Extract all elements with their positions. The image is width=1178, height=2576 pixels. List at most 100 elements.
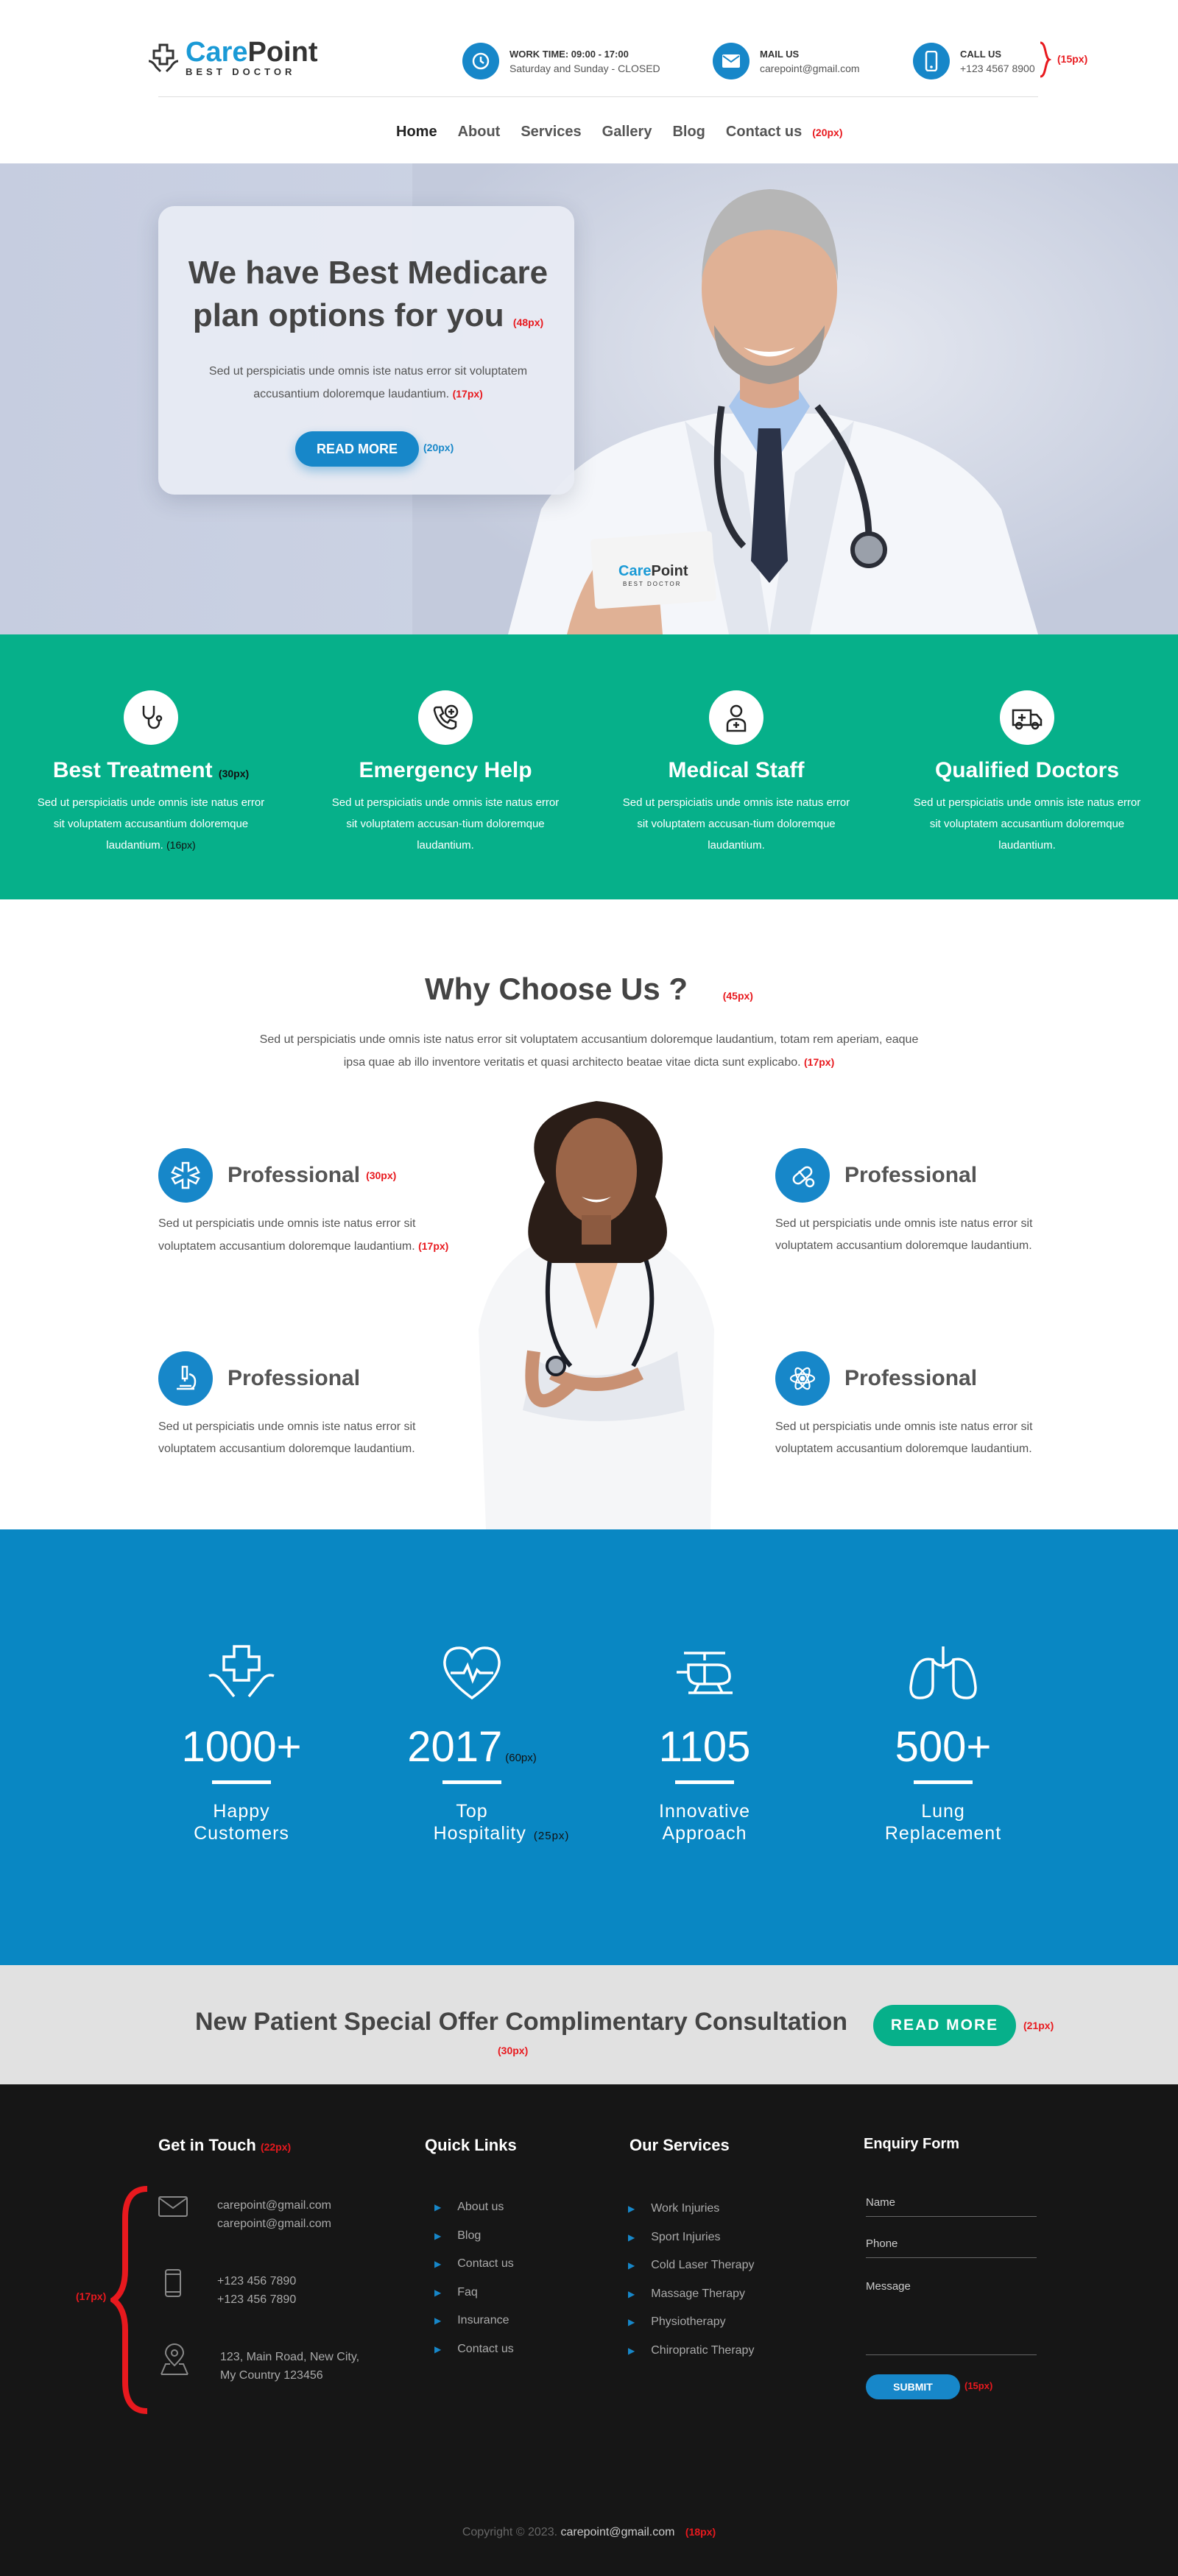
phone-icon — [913, 43, 950, 79]
work-time-info: WORK TIME: 09:00 - 17:00 Saturday and Sun… — [462, 43, 660, 79]
stat-number-note: (60px) — [505, 1752, 537, 1764]
why-text: Sed ut perspiciatis unde omnis iste natu… — [259, 1033, 919, 1069]
offer-button-note: (21px) — [1023, 2020, 1054, 2031]
feature-title: Qualified Doctors — [934, 758, 1120, 782]
stat-label-1: Lung — [921, 1801, 965, 1822]
feature-text-note: (16px) — [166, 839, 196, 851]
stats-section: 1000+ Happy Customers 2017 (60px) Top Hospi… — [0, 1529, 1178, 1965]
submit-size-note: (15px) — [964, 2380, 993, 2391]
stat-number: 2017 — [407, 1723, 503, 1771]
footer-get-in-touch-title: Get in Touch — [158, 2136, 256, 2154]
call-title: CALL US — [960, 48, 1002, 60]
why-item-1: Professional (30px) Sed ut perspiciatis u… — [158, 1148, 468, 1258]
quick-link[interactable]: ▶ Faq — [434, 2279, 514, 2307]
nav-contact[interactable]: Contact us — [726, 124, 802, 141]
hero-read-more-button[interactable]: READ MORE — [295, 431, 419, 467]
quick-link[interactable]: ▶ Contact us — [434, 2250, 514, 2279]
stat-label-1: Happy — [213, 1801, 270, 1822]
service-link[interactable]: ▶ Sport Injuries — [628, 2223, 754, 2252]
service-link[interactable]: ▶ Work Injuries — [628, 2195, 754, 2223]
feature-text: Sed ut perspiciatis unde omnis iste natu… — [37, 796, 265, 852]
hero-section: CarePoint BEST DOCTOR We have Best Medic… — [0, 163, 1178, 634]
logo[interactable]: CarePoint BEST DOCTOR — [147, 38, 317, 77]
footer-email-2[interactable]: carepoint@gmail.com — [217, 2215, 331, 2233]
stat-innovative-approach: 1105 Innovative Approach — [609, 1640, 800, 1844]
feature-qualified-doctors: Qualified Doctors Sed ut perspiciatis un… — [887, 690, 1167, 856]
card-logo-tagline: BEST DOCTOR — [623, 581, 682, 587]
footer-phone-2[interactable]: +123 456 7890 — [217, 2290, 296, 2309]
footer-email-1[interactable]: carepoint@gmail.com — [217, 2196, 331, 2215]
footer-phone-1[interactable]: +123 456 7890 — [217, 2272, 296, 2290]
logo-tagline: BEST DOCTOR — [186, 66, 296, 77]
why-item-text: Sed ut perspiciatis unde omnis iste natu… — [775, 1217, 1033, 1252]
chevron-right-icon: ▶ — [628, 2232, 635, 2243]
hero-card: We have Best Medicare plan options for y… — [158, 206, 574, 495]
footer-email: carepoint@gmail.com carepoint@gmail.com — [158, 2196, 331, 2233]
why-item-text: Sed ut perspiciatis unde omnis iste natu… — [158, 1420, 416, 1455]
map-pin-icon — [161, 2343, 188, 2375]
nav-size-note: (20px) — [812, 126, 843, 138]
quick-link[interactable]: ▶ Insurance — [434, 2307, 514, 2335]
mail-icon — [713, 43, 750, 79]
footer-address: 123, Main Road, New City, My Country 1234… — [158, 2343, 359, 2385]
enquiry-phone-field[interactable]: Phone — [866, 2237, 1037, 2258]
medical-star-icon — [158, 1148, 213, 1203]
mail-title: MAIL US — [760, 48, 800, 60]
call-info[interactable]: CALL US +123 4567 8900 — [913, 43, 1035, 79]
nav-blog[interactable]: Blog — [672, 124, 705, 141]
work-time-title: WORK TIME: 09:00 - 17:00 — [509, 48, 629, 60]
stat-number: 1105 — [658, 1723, 751, 1771]
stethoscope-icon — [124, 690, 178, 745]
feature-text: Sed ut perspiciatis unde omnis iste natu… — [622, 796, 850, 852]
stat-lung-replacement: 500+ Lung Replacement — [847, 1640, 1039, 1844]
feature-best-treatment: Best Treatment (30px) Sed ut perspiciati… — [11, 690, 291, 856]
copyright-note: (18px) — [685, 2526, 716, 2538]
why-item-text: Sed ut perspiciatis unde omnis iste natu… — [158, 1217, 416, 1253]
service-link[interactable]: ▶ Cold Laser Therapy — [628, 2251, 754, 2280]
why-title-note: (45px) — [722, 990, 753, 1002]
phone-icon — [165, 2269, 181, 2297]
quick-link[interactable]: ▶ About us — [434, 2193, 514, 2222]
footer-phone: +123 456 7890 +123 456 7890 — [158, 2268, 296, 2309]
chevron-right-icon: ▶ — [628, 2204, 635, 2215]
copyright-email[interactable]: carepoint@gmail.com — [560, 2526, 674, 2538]
nav-gallery[interactable]: Gallery — [602, 124, 652, 141]
chevron-right-icon: ▶ — [628, 2317, 635, 2328]
chevron-right-icon: ▶ — [434, 2230, 442, 2241]
feature-medical-staff: Medical Staff Sed ut perspiciatis unde o… — [596, 690, 876, 856]
mail-icon — [158, 2196, 188, 2217]
nav-about[interactable]: About — [458, 124, 501, 141]
contact-brace — [110, 2186, 148, 2414]
service-link[interactable]: ▶ Massage Therapy — [628, 2280, 754, 2309]
why-item-title: Professional — [228, 1366, 361, 1390]
microscope-icon — [158, 1351, 213, 1406]
stat-number: 500+ — [895, 1723, 992, 1771]
mail-info[interactable]: MAIL US carepoint@gmail.com — [713, 43, 860, 79]
clock-icon — [462, 43, 499, 79]
nav-home[interactable]: Home — [396, 124, 437, 141]
atom-icon — [775, 1351, 830, 1406]
features-section: Best Treatment (30px) Sed ut perspiciati… — [0, 634, 1178, 899]
hero-text: Sed ut perspiciatis unde omnis iste natu… — [208, 365, 528, 400]
stat-label-note: (25px) — [533, 1830, 570, 1842]
quick-link[interactable]: ▶ Contact us — [434, 2335, 514, 2364]
service-link[interactable]: ▶ Chiropratic Therapy — [628, 2337, 754, 2366]
service-link[interactable]: ▶ Physiotherapy — [628, 2308, 754, 2337]
doctor-icon — [709, 690, 763, 745]
feature-emergency-help: Emergency Help Sed ut perspiciatis unde … — [306, 690, 585, 856]
heartbeat-icon — [376, 1640, 568, 1706]
why-item-title: Professional — [844, 1163, 978, 1187]
enquiry-submit-button[interactable]: SUBMIT — [866, 2374, 960, 2399]
phone-medical-icon — [418, 690, 473, 745]
offer-banner: New Patient Special Offer Complimentary … — [0, 1965, 1178, 2084]
header-size-note: (15px) — [1057, 53, 1088, 65]
hero-text-note: (17px) — [452, 388, 483, 400]
offer-read-more-button[interactable]: READ MORE — [873, 2005, 1016, 2046]
enquiry-name-field[interactable]: Name — [866, 2196, 1037, 2217]
enquiry-message-field[interactable]: Message — [866, 2280, 1037, 2355]
nav-services[interactable]: Services — [521, 124, 581, 141]
stat-label-2: Approach — [662, 1823, 747, 1844]
quick-link[interactable]: ▶ Blog — [434, 2222, 514, 2251]
stat-label-2: Replacement — [884, 1823, 1002, 1844]
offer-text-note: (30px) — [498, 2045, 529, 2056]
